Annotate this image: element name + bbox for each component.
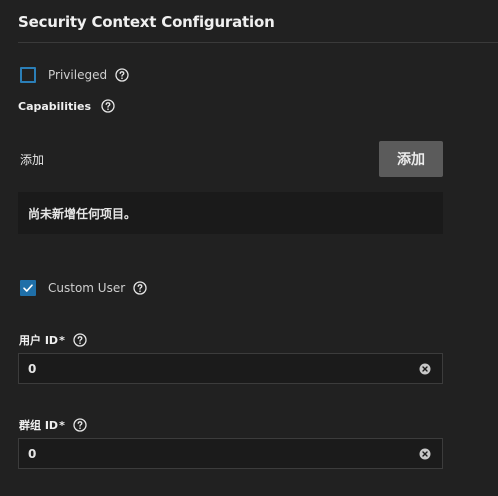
user-id-label: 用户 ID *: [19, 332, 87, 348]
help-icon[interactable]: [115, 68, 129, 82]
capabilities-label: Capabilities: [18, 99, 115, 113]
check-icon: [22, 279, 34, 298]
capabilities-title: Capabilities: [18, 99, 92, 113]
user-id-value[interactable]: 0: [28, 362, 419, 376]
capabilities-empty-list: 尚未新增任何项目。: [18, 192, 443, 234]
help-icon[interactable]: [101, 99, 115, 113]
section-title: Security Context Configuration: [18, 13, 275, 31]
required-mark: *: [59, 418, 65, 432]
group-id-label-text: 群组 ID: [19, 419, 59, 432]
help-icon[interactable]: [133, 281, 147, 295]
divider: [18, 42, 498, 43]
help-icon[interactable]: [73, 333, 87, 347]
group-id-value[interactable]: 0: [28, 447, 419, 461]
group-id-input[interactable]: 0: [18, 438, 443, 469]
help-icon[interactable]: [73, 418, 87, 432]
custom-user-checkbox[interactable]: [20, 280, 36, 296]
required-mark: *: [59, 333, 65, 347]
privileged-label[interactable]: Privileged: [48, 68, 107, 82]
custom-user-row: Custom User: [20, 280, 147, 296]
security-context-panel: Security Context Configuration Privilege…: [0, 0, 498, 496]
user-id-input[interactable]: 0: [18, 353, 443, 384]
clear-icon[interactable]: [419, 448, 431, 460]
privileged-checkbox[interactable]: [20, 67, 36, 83]
empty-message: 尚未新增任何项目。: [28, 206, 137, 221]
privileged-row: Privileged: [20, 67, 129, 83]
custom-user-label[interactable]: Custom User: [48, 281, 125, 295]
add-capability-button[interactable]: 添加: [379, 141, 443, 177]
clear-icon[interactable]: [419, 363, 431, 375]
group-id-label: 群组 ID *: [19, 417, 87, 433]
capabilities-add-text: 添加: [20, 153, 45, 167]
user-id-label-text: 用户 ID: [19, 334, 59, 347]
